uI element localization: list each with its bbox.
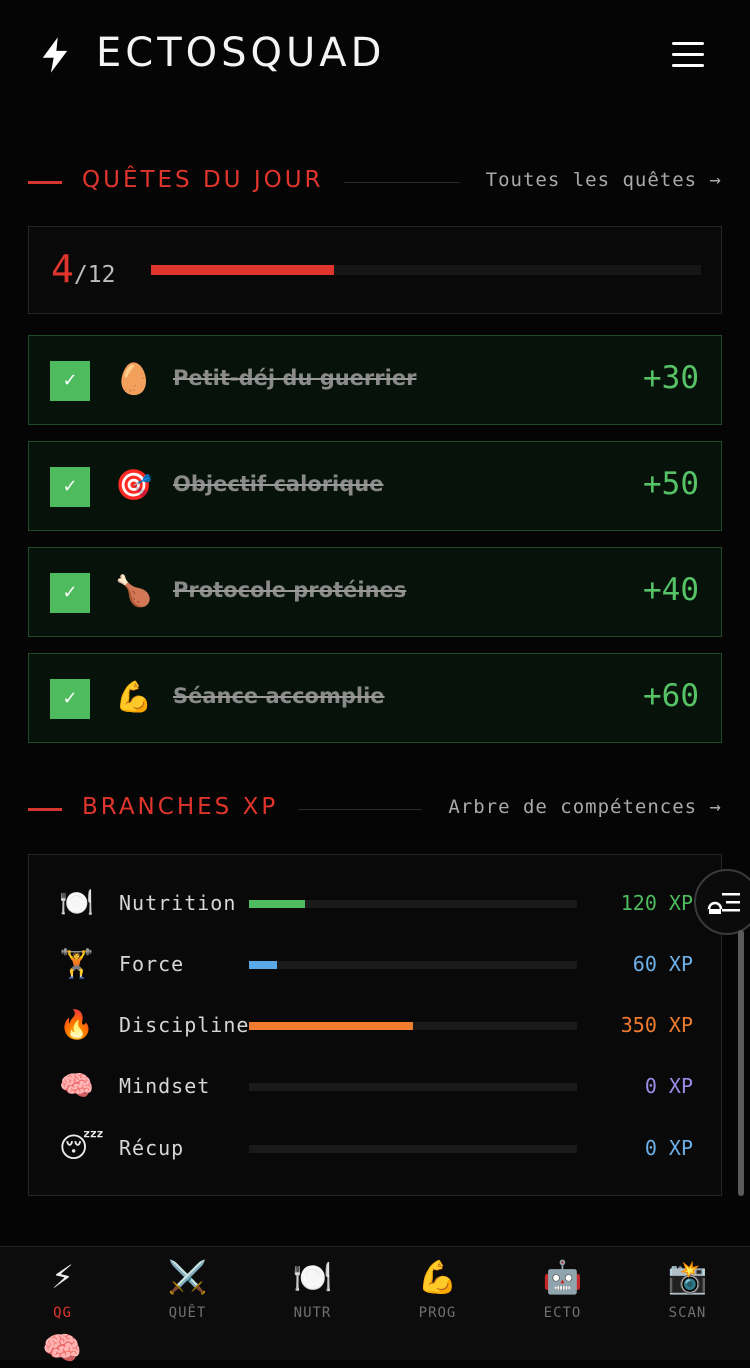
camera-flash-icon: 📸 <box>667 1258 708 1296</box>
branches-section-header: BRANCHES XP Arbre de compétences → <box>28 794 722 824</box>
quest-label: Séance accomplie <box>173 684 385 708</box>
lightning-bolt-icon <box>42 37 68 73</box>
plate-cutlery-icon: 🍽️ <box>292 1258 333 1296</box>
nav-tab-programme[interactable]: 💪 PROG <box>375 1247 500 1347</box>
drumstick-icon: 🍗 <box>115 574 153 609</box>
robot-icon: 🤖 <box>542 1258 583 1296</box>
section-accent-dash <box>28 808 62 811</box>
sleeping-face-icon: 😴 <box>59 1131 104 1164</box>
nav-label: QUÊT <box>168 1305 207 1321</box>
branch-label: Discipline <box>119 1013 250 1037</box>
section-divider <box>298 809 422 810</box>
branch-progress-bar <box>249 1145 577 1153</box>
checkbox-checked-icon[interactable]: ✓ <box>50 573 90 613</box>
branch-progress-bar <box>249 1022 577 1030</box>
branch-progress-bar <box>249 1083 577 1091</box>
quest-row[interactable]: ✓ 🎯 Objectif calorique +50 <box>28 441 722 531</box>
quest-label: Objectif calorique <box>173 472 384 496</box>
xp-branches-card: 🍽️ Nutrition 120 XP 🏋️ Force 60 XP 🔥 Dis… <box>28 854 722 1196</box>
nav-label: QG <box>53 1305 72 1321</box>
quest-row[interactable]: ✓ 🥚 Petit-déj du guerrier +30 <box>28 335 722 425</box>
branch-progress-fill <box>249 1022 413 1030</box>
branch-progress-bar <box>249 961 577 969</box>
nav-label: ECTO <box>543 1305 582 1321</box>
section-accent-dash <box>28 181 62 184</box>
flexed-bicep-icon: 💪 <box>417 1258 458 1296</box>
branch-xp: 350 XP <box>620 1013 693 1037</box>
quest-label: Petit-déj du guerrier <box>173 366 417 390</box>
plate-cutlery-icon: 🍽️ <box>59 886 94 919</box>
checkbox-checked-icon[interactable]: ✓ <box>50 361 90 401</box>
branch-label: Force <box>119 952 185 976</box>
quest-xp: +50 <box>643 466 699 502</box>
checkbox-checked-icon[interactable]: ✓ <box>50 467 90 507</box>
app-title: ECTOSQUAD <box>96 30 386 76</box>
lightning-icon: ⚡ <box>51 1258 74 1296</box>
branch-row: 🏋️ Force 60 XP <box>29 944 721 984</box>
quests-total: /12 <box>73 262 116 288</box>
branch-label: Mindset <box>119 1074 211 1098</box>
checkbox-checked-icon[interactable]: ✓ <box>50 679 90 719</box>
quest-label: Protocole protéines <box>173 578 407 602</box>
quests-section-title: QUÊTES DU JOUR <box>82 167 324 193</box>
quest-xp: +60 <box>643 678 699 714</box>
branch-row: 😴 Récup 0 XP <box>29 1128 721 1168</box>
branch-xp: 120 XP <box>620 891 693 915</box>
scrollbar[interactable] <box>738 930 744 1196</box>
quest-progress-bar <box>151 265 701 275</box>
quests-done: 4 <box>51 247 74 291</box>
nav-label: SCAN <box>668 1305 707 1321</box>
menu-icon[interactable] <box>672 42 706 68</box>
quest-progress-card: 4/12 <box>28 226 722 314</box>
branch-row: 🔥 Discipline 350 XP <box>29 1005 721 1045</box>
branch-label: Nutrition <box>119 891 237 915</box>
egg-icon: 🥚 <box>115 362 153 397</box>
crossed-swords-icon: ⚔️ <box>167 1258 208 1296</box>
branch-xp: 0 XP <box>644 1136 693 1160</box>
branch-progress-fill <box>249 961 277 969</box>
flexed-bicep-icon: 💪 <box>115 680 153 715</box>
section-divider <box>344 182 460 183</box>
quest-row[interactable]: ✓ 💪 Séance accomplie +60 <box>28 653 722 743</box>
branch-progress-bar <box>249 900 577 908</box>
app-header: ECTOSQUAD <box>0 0 750 110</box>
quest-xp: +40 <box>643 572 699 608</box>
branch-xp: 60 XP <box>632 952 693 976</box>
nav-tab-scan[interactable]: 📸 SCAN <box>625 1247 750 1347</box>
branch-label: Récup <box>119 1136 185 1160</box>
list-menu-icon <box>707 893 740 917</box>
branch-progress-fill <box>249 900 305 908</box>
nav-tab-quetes[interactable]: ⚔️ QUÊT <box>125 1247 250 1347</box>
quest-row[interactable]: ✓ 🍗 Protocole protéines +40 <box>28 547 722 637</box>
skill-tree-link[interactable]: Arbre de compétences → <box>448 796 722 818</box>
quests-section-header: QUÊTES DU JOUR Toutes les quêtes → <box>28 167 722 197</box>
target-icon: 🎯 <box>115 468 153 503</box>
branches-section-title: BRANCHES XP <box>82 794 279 820</box>
brain-icon[interactable]: 🧠 <box>42 1328 82 1368</box>
nav-label: PROG <box>418 1305 457 1321</box>
branch-row: 🍽️ Nutrition 120 XP <box>29 883 721 923</box>
nav-tab-nutrition[interactable]: 🍽️ NUTR <box>250 1247 375 1347</box>
nav-label: NUTR <box>293 1305 332 1321</box>
weightlifter-icon: 🏋️ <box>59 947 94 980</box>
quest-progress-fill <box>151 265 335 275</box>
floating-list-button[interactable] <box>694 869 750 935</box>
fire-icon: 🔥 <box>59 1008 94 1041</box>
quest-progress-count: 4/12 <box>51 247 115 291</box>
branch-xp: 0 XP <box>644 1074 693 1098</box>
bottom-navigation: ⚡ QG ⚔️ QUÊT 🍽️ NUTR 💪 PROG 🤖 ECTO 📸 SCA… <box>0 1246 750 1360</box>
brain-icon: 🧠 <box>59 1069 94 1102</box>
nav-tab-ecto[interactable]: 🤖 ECTO <box>500 1247 625 1347</box>
branch-row: 🧠 Mindset 0 XP <box>29 1066 721 1106</box>
quest-xp: +30 <box>643 360 699 396</box>
all-quests-link[interactable]: Toutes les quêtes → <box>486 169 722 191</box>
